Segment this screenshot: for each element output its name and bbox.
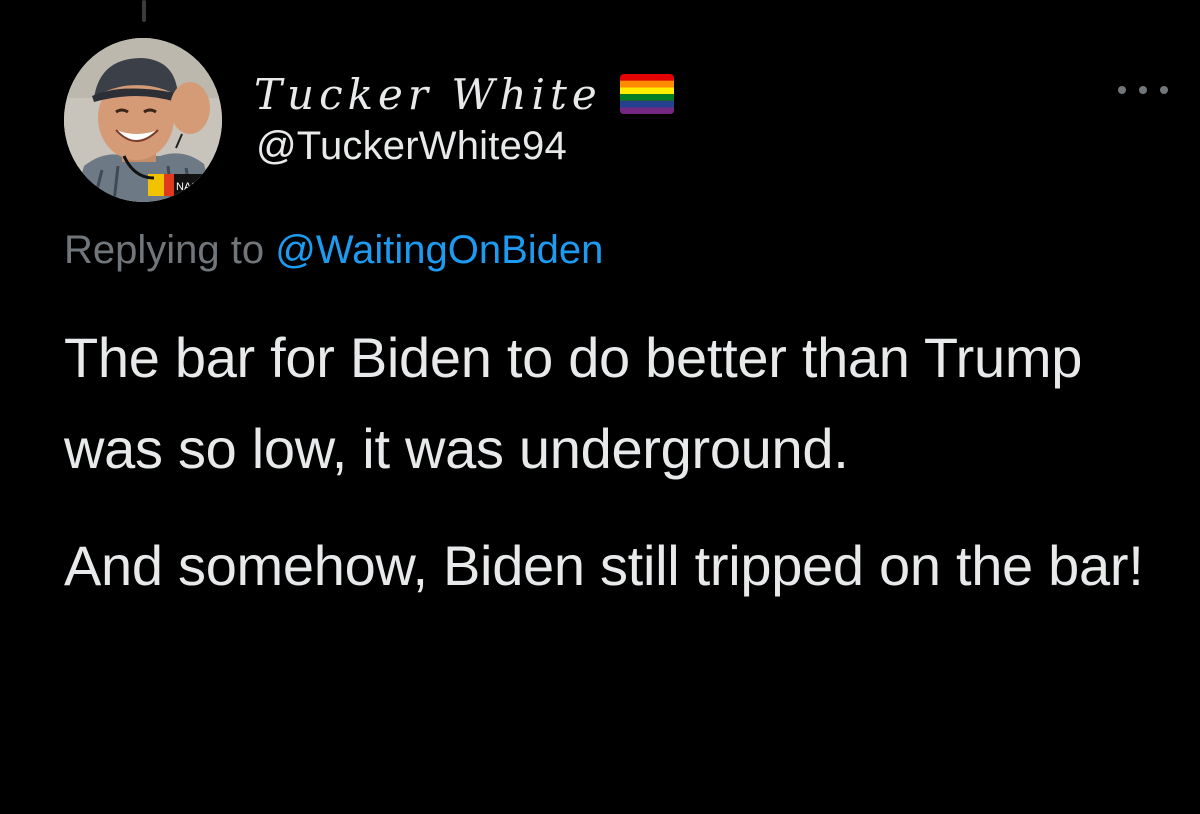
avatar-photo: NASCAR xyxy=(64,38,222,202)
replying-to-line: Replying to @WaitingOnBiden xyxy=(64,228,603,273)
svg-text:NASCAR: NASCAR xyxy=(176,181,222,193)
thread-connector-line xyxy=(142,0,146,22)
rainbow-flag-icon xyxy=(619,74,674,114)
tweet-body: The bar for Biden to do better than Trum… xyxy=(64,312,1174,611)
tweet-paragraph: And somehow, Biden still tripped on the … xyxy=(64,534,1144,597)
author-name-row: Tucker White xyxy=(254,66,674,122)
author-display-name[interactable]: Tucker White xyxy=(254,70,602,119)
tweet-paragraph: The bar for Biden to do better than Trum… xyxy=(64,326,1083,480)
author-handle[interactable]: @TuckerWhite94 xyxy=(256,124,567,169)
more-options-icon xyxy=(1139,86,1147,94)
replying-to-label: Replying to xyxy=(64,228,276,272)
reply-mention-link[interactable]: @WaitingOnBiden xyxy=(275,228,603,272)
more-options-icon xyxy=(1160,86,1168,94)
more-options-button[interactable] xyxy=(1118,76,1168,104)
more-options-icon xyxy=(1118,86,1126,94)
author-avatar[interactable]: NASCAR xyxy=(64,38,222,202)
